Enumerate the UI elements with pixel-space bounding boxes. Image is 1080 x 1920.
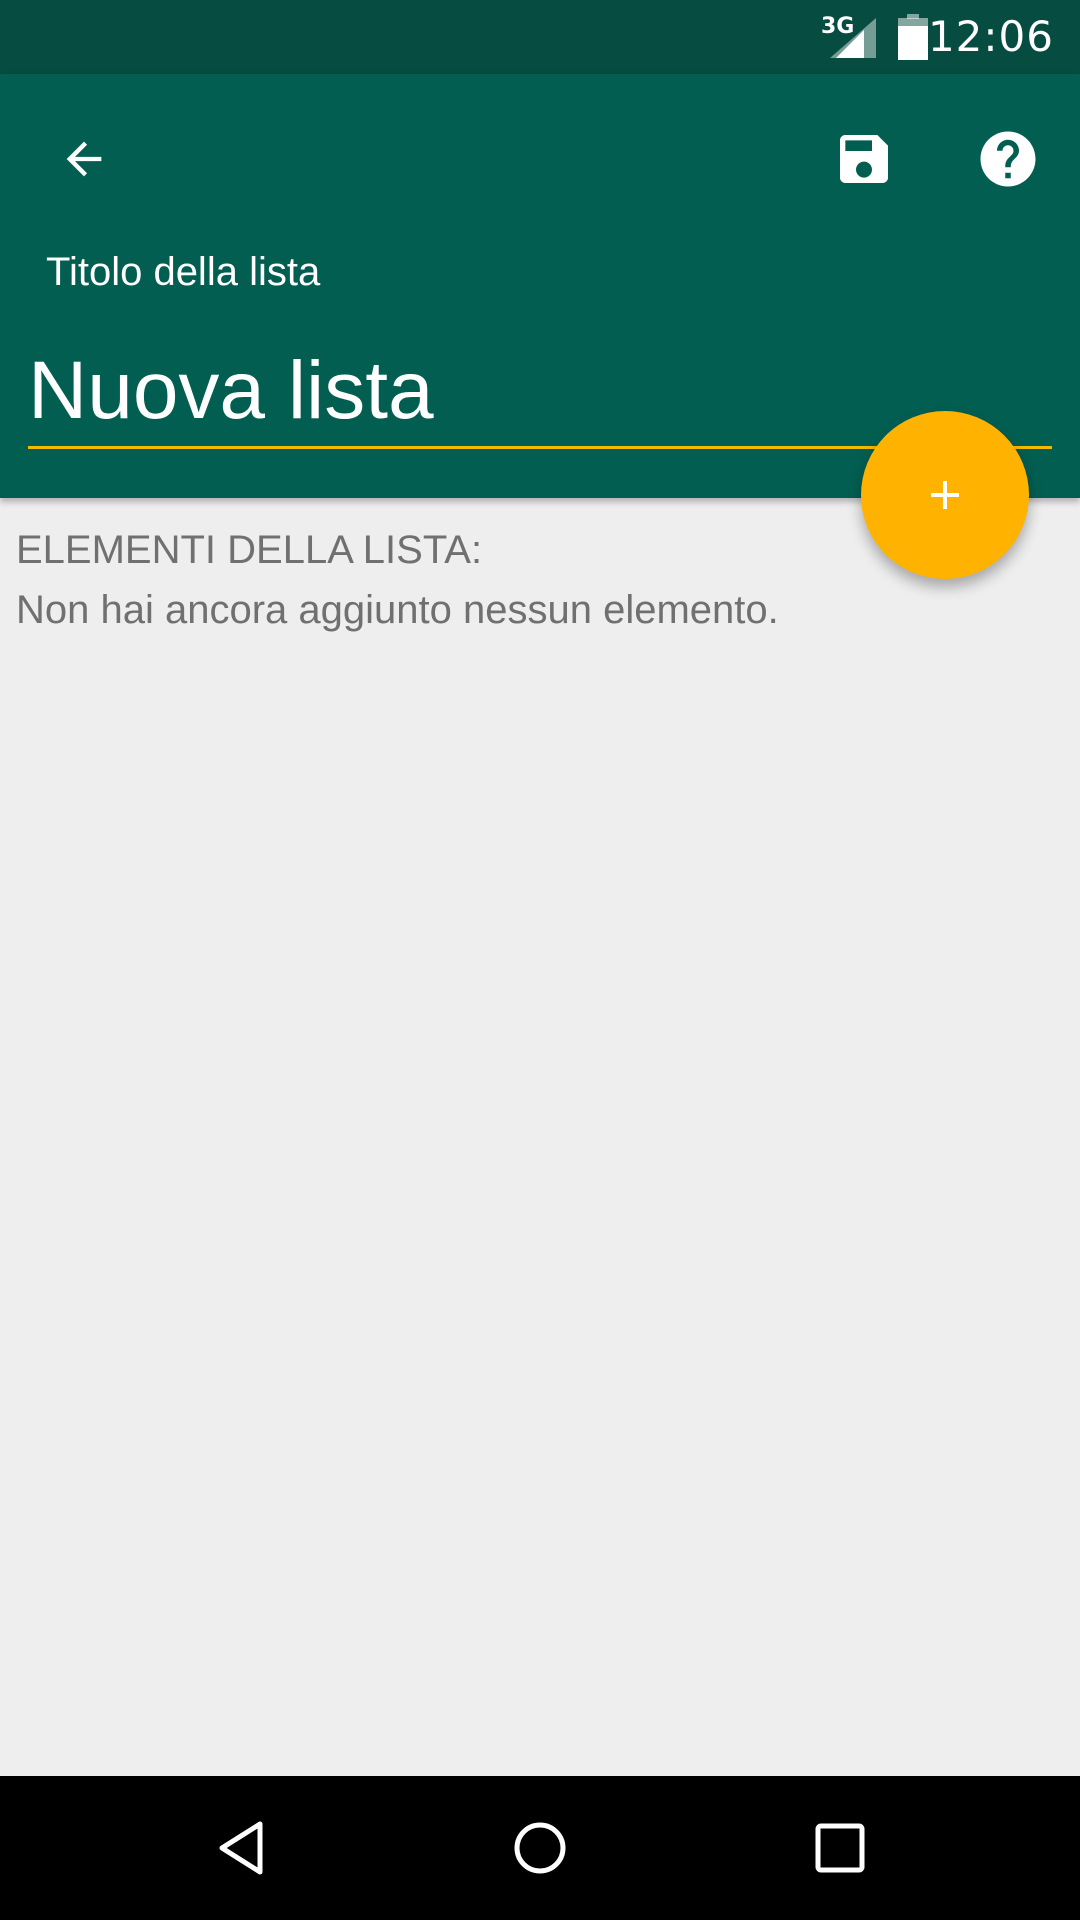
- back-button[interactable]: [44, 119, 124, 199]
- signal-icon: [830, 18, 876, 58]
- nav-home-icon: [514, 1822, 566, 1874]
- nav-back-button[interactable]: [194, 1800, 290, 1896]
- help-circle-icon: [980, 131, 1036, 187]
- nav-recents-button[interactable]: [792, 1800, 888, 1896]
- status-bar: 3G 12:06: [0, 0, 1080, 74]
- nav-home-button[interactable]: [492, 1800, 588, 1896]
- list-content: ELEMENTI DELLA LISTA: Non hai ancora agg…: [16, 520, 1056, 640]
- nav-back-icon: [219, 1821, 263, 1875]
- plus-icon: [931, 481, 959, 509]
- clock: 12:06: [927, 12, 1054, 61]
- save-button[interactable]: [824, 119, 904, 199]
- nav-recents-icon: [815, 1823, 865, 1873]
- save-icon: [840, 135, 888, 183]
- navigation-bar: [0, 1776, 1080, 1920]
- list-title-label: Titolo della lista: [46, 250, 321, 294]
- arrow-left-icon: [66, 141, 102, 177]
- section-header: ELEMENTI DELLA LISTA:: [16, 528, 483, 572]
- screen: 3G 12:06 Titolo della lista Nuova lista …: [0, 0, 1080, 1920]
- battery-icon: [898, 14, 928, 60]
- empty-message: Non hai ancora aggiunto nessun elemento.: [16, 588, 779, 632]
- help-button[interactable]: [968, 119, 1048, 199]
